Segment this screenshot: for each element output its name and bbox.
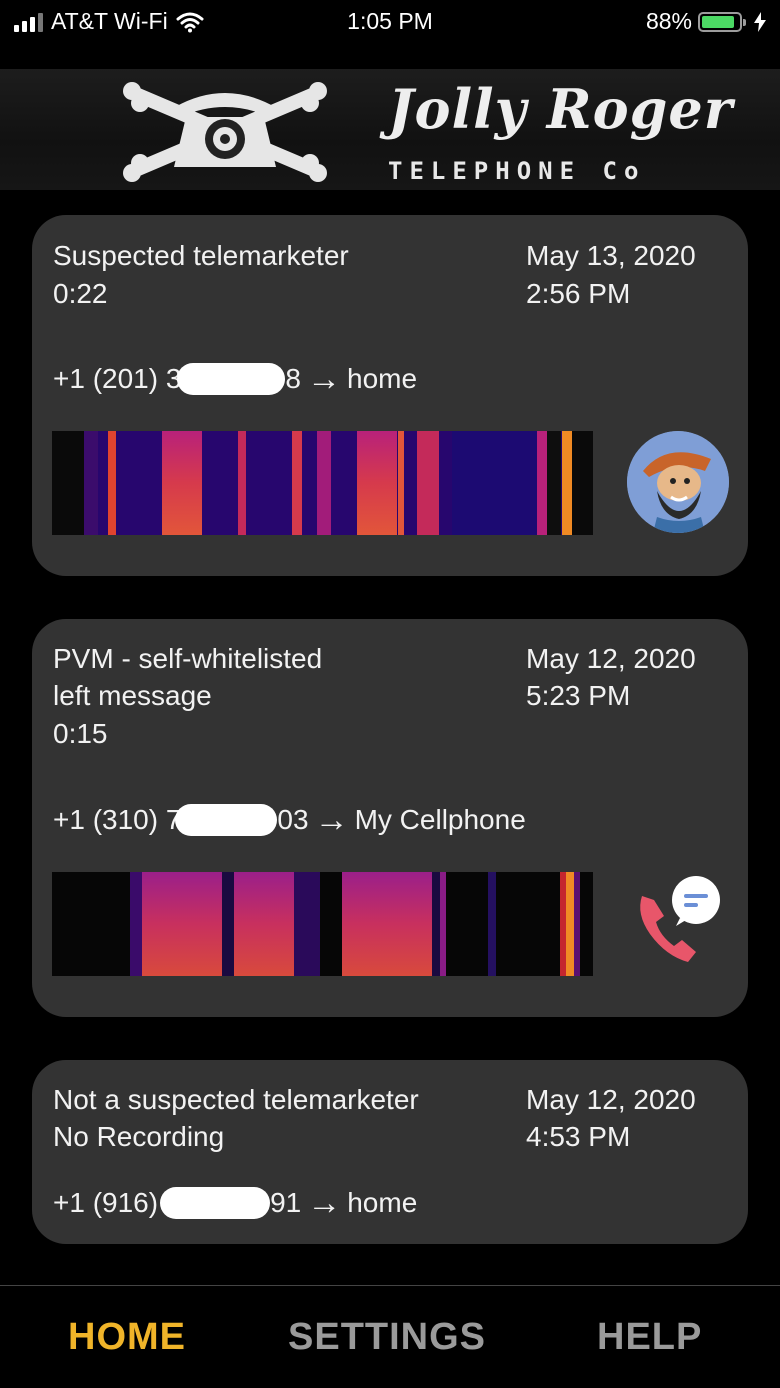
tab-bar: HOME SETTINGS HELP — [0, 1285, 780, 1388]
charging-bolt-icon — [754, 11, 766, 32]
call-destination: home — [347, 1187, 418, 1218]
call-date: May 12, 2020 — [526, 643, 696, 674]
call-message-icon[interactable] — [630, 874, 724, 968]
call-duration: 0:22 — [53, 278, 108, 309]
call-destination: My Cellphone — [354, 804, 526, 835]
call-card[interactable]: PVM - self-whitelisted left message 0:15… — [32, 619, 748, 1017]
spectrogram-icon[interactable] — [52, 872, 593, 976]
brand-subtitle: TELEPHONE Co — [388, 157, 646, 185]
redaction-mark — [177, 363, 286, 395]
call-destination: home — [347, 363, 418, 394]
number-prefix: +1 (310) 7 — [53, 804, 182, 835]
number-prefix: +1 (201) 3 — [53, 363, 182, 394]
call-title: Suspected telemarketer — [53, 240, 349, 271]
call-title: PVM - self-whitelisted — [53, 643, 323, 674]
battery-icon — [698, 11, 746, 32]
arrow-right-icon: → — [307, 360, 341, 398]
arrow-right-icon: → — [307, 1184, 342, 1222]
call-time: 2:56 PM — [526, 278, 631, 309]
call-time: 4:53 PM — [526, 1121, 631, 1152]
call-number-row: +1 (310) 7 03 → My Cellphone — [53, 801, 526, 839]
spectrogram-icon[interactable] — [52, 431, 593, 535]
tab-help[interactable]: HELP — [597, 1316, 702, 1359]
pirate-avatar-icon[interactable] — [627, 431, 729, 533]
tab-home[interactable]: HOME — [68, 1316, 186, 1359]
call-title: Not a suspected telemarketer — [53, 1084, 419, 1115]
call-card[interactable]: Suspected telemarketer 0:22 May 13, 2020… — [32, 215, 748, 576]
redaction-mark — [175, 804, 278, 836]
number-prefix: +1 (916) — [53, 1187, 159, 1218]
call-card[interactable]: Not a suspected telemarketer No Recordin… — [32, 1060, 748, 1244]
brand-name: Jolly Roger — [388, 77, 734, 141]
arrow-right-icon: → — [314, 801, 349, 839]
call-number-row: +1 (916) 91 → home — [53, 1184, 418, 1222]
call-recording-status: No Recording — [53, 1121, 225, 1152]
call-status: left message — [53, 680, 212, 711]
call-number-row: +1 (201) 3 8 → home — [53, 360, 418, 398]
tab-settings[interactable]: SETTINGS — [288, 1316, 486, 1359]
call-date: May 12, 2020 — [526, 1084, 696, 1115]
status-bar: AT&T Wi-Fi 1:05 PM 88% — [0, 0, 780, 44]
number-suffix: 91 — [270, 1187, 302, 1218]
status-right: 88% — [646, 8, 766, 35]
pirate-phone-logo-icon — [123, 82, 327, 182]
number-suffix: 8 — [285, 363, 301, 394]
header-banner: Jolly Roger TELEPHONE Co — [0, 69, 780, 190]
call-time: 5:23 PM — [526, 680, 631, 711]
call-date: May 13, 2020 — [526, 240, 696, 271]
number-suffix: 03 — [277, 804, 309, 835]
call-duration: 0:15 — [53, 718, 108, 749]
battery-percent: 88% — [645, 8, 692, 34]
redaction-mark — [160, 1187, 271, 1219]
